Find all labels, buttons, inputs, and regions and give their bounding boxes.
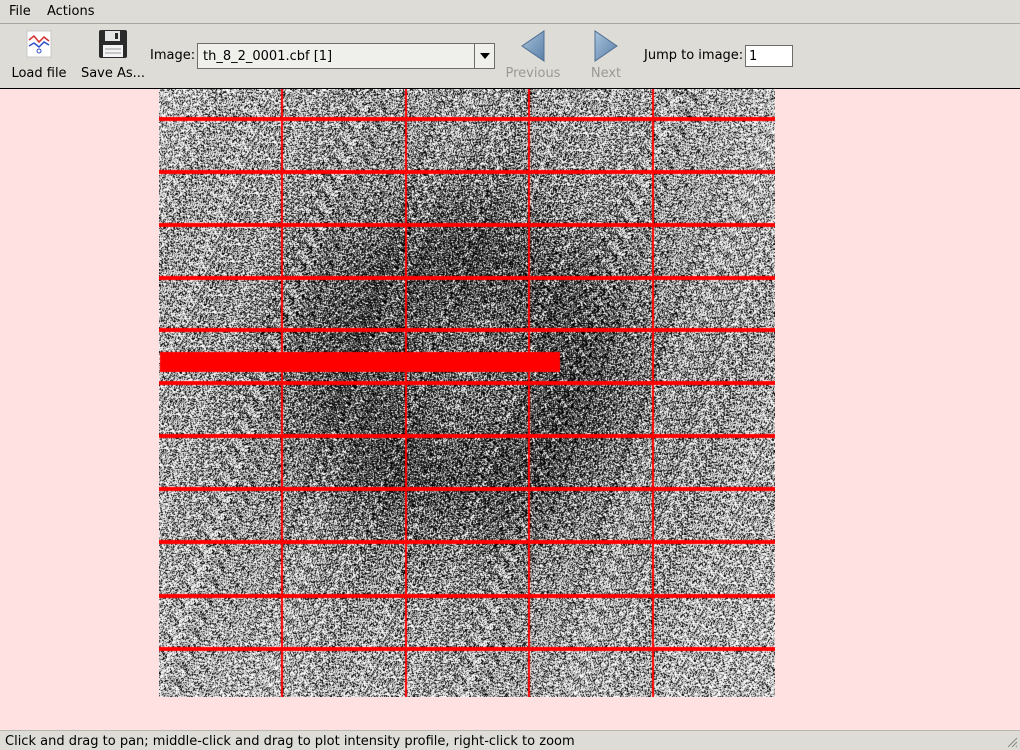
jump-to-image-input[interactable]: [745, 45, 793, 67]
load-file-label: Load file: [11, 66, 67, 81]
load-file-button[interactable]: Load file: [6, 24, 72, 88]
resize-grip-icon[interactable]: [1006, 736, 1018, 748]
previous-label: Previous: [505, 66, 561, 81]
next-button[interactable]: Next: [576, 24, 636, 88]
arrow-right-icon: [593, 30, 619, 66]
floppy-disk-icon: [97, 28, 129, 64]
chart-icon: [26, 30, 52, 62]
arrow-left-icon: [520, 30, 546, 66]
image-select[interactable]: th_8_2_0001.cbf [1]: [197, 43, 495, 69]
image-select-value: th_8_2_0001.cbf [1]: [203, 49, 333, 64]
save-as-label: Save As...: [80, 66, 146, 81]
save-as-button[interactable]: Save As...: [78, 24, 148, 88]
previous-button[interactable]: Previous: [500, 24, 566, 88]
status-bar: Click and drag to pan; middle-click and …: [0, 730, 1020, 750]
menu-file[interactable]: File: [9, 4, 31, 19]
menu-bar: File Actions: [0, 0, 1020, 24]
combo-dropdown-arrow[interactable]: [474, 44, 494, 68]
next-label: Next: [590, 66, 622, 81]
menu-actions[interactable]: Actions: [47, 4, 95, 19]
image-viewer-window: File Actions Load file Save As... Image:…: [0, 0, 1020, 750]
detector-image-canvas[interactable]: [159, 89, 775, 697]
chevron-down-icon: [480, 53, 490, 59]
toolbar: Load file Save As... Image: th_8_2_0001.…: [0, 24, 1020, 89]
jump-to-image-label: Jump to image:: [644, 48, 744, 63]
status-text: Click and drag to pan; middle-click and …: [5, 734, 575, 749]
image-label: Image:: [150, 48, 196, 63]
